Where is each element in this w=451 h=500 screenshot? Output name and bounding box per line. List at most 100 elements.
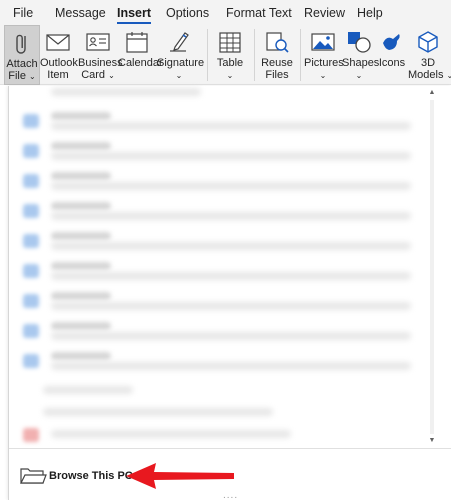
file-icon xyxy=(23,324,39,338)
table-caret: ⌄ xyxy=(212,69,248,82)
list-item[interactable] xyxy=(23,292,433,310)
ribbon-separator xyxy=(254,29,255,81)
blurred-text xyxy=(51,122,411,130)
cube-icon xyxy=(418,31,438,53)
envelope-icon xyxy=(46,34,70,51)
recent-items-list: ▲ ▼ xyxy=(9,86,439,446)
shapes-caret: ⌄ xyxy=(342,69,376,82)
list-item[interactable] xyxy=(23,112,433,130)
blurred-text xyxy=(51,202,111,210)
blurred-text xyxy=(51,262,111,270)
calendar-label: Calendar xyxy=(118,57,163,69)
blurred-text xyxy=(51,362,411,370)
scrollbar[interactable]: ▲ ▼ xyxy=(427,88,437,446)
blurred-text xyxy=(43,408,273,416)
table-label: Table xyxy=(216,57,244,69)
blurred-text xyxy=(51,152,411,160)
blurred-text xyxy=(51,322,111,330)
blurred-text xyxy=(51,332,411,340)
tab-insert[interactable]: Insert xyxy=(117,6,152,24)
resize-grip[interactable]: .... xyxy=(223,490,238,500)
file-icon xyxy=(23,354,39,368)
3d-models-button[interactable]: 3D Models ⌄ xyxy=(408,25,451,85)
attach-file-label-1: Attach xyxy=(6,58,38,70)
3d-models-label-1: 3D xyxy=(420,57,436,69)
reuse-files-button[interactable]: Reuse Files xyxy=(259,25,295,85)
list-item[interactable] xyxy=(23,142,433,160)
tab-help[interactable]: Help xyxy=(357,6,383,20)
business-card-label-1: Business xyxy=(78,57,123,69)
calendar-button[interactable]: Calendar xyxy=(118,25,163,85)
calendar-icon xyxy=(126,32,148,53)
shapes-button[interactable]: Shapes ⌄ xyxy=(342,25,380,85)
shapes-label: Shapes xyxy=(342,57,380,69)
blurred-text xyxy=(51,292,111,300)
ribbon-separator xyxy=(207,29,208,81)
list-item[interactable] xyxy=(23,88,433,106)
blurred-text xyxy=(51,302,411,310)
tab-file[interactable]: File xyxy=(13,6,33,20)
scroll-up-icon[interactable]: ▲ xyxy=(427,88,437,98)
chevron-down-icon: ⌄ xyxy=(355,71,363,80)
outlook-item-label-2: Item xyxy=(47,69,69,81)
attach-file-dropdown: ▲ ▼ Browse This PC... .... xyxy=(8,86,451,500)
blurred-text xyxy=(51,172,111,180)
contact-card-icon xyxy=(86,33,110,51)
icons-button[interactable]: Icons xyxy=(377,25,407,85)
list-item[interactable] xyxy=(23,404,433,422)
file-icon xyxy=(23,144,39,158)
blurred-text xyxy=(51,182,411,190)
paperclip-icon xyxy=(16,34,26,54)
table-button[interactable]: Table ⌄ xyxy=(212,25,248,85)
attach-file-label-2: File ⌄ xyxy=(8,70,36,82)
tab-message[interactable]: Message xyxy=(55,6,106,20)
outlook-item-label-1: Outlook xyxy=(40,57,78,69)
outlook-item-button[interactable]: Outlook Item xyxy=(40,25,78,85)
chevron-down-icon: ⌄ xyxy=(175,71,183,80)
attach-file-button[interactable]: Attach File ⌄ xyxy=(4,25,40,85)
list-item[interactable] xyxy=(23,426,433,444)
3d-models-label-2: Models ⌄ xyxy=(408,69,451,82)
blurred-text xyxy=(43,386,133,394)
signature-pen-icon xyxy=(170,32,189,52)
file-icon xyxy=(23,114,39,128)
reuse-files-label-1: Reuse xyxy=(261,57,293,69)
list-item[interactable] xyxy=(23,352,433,370)
pictures-button[interactable]: Pictures ⌄ xyxy=(304,25,344,85)
blurred-text xyxy=(51,272,411,280)
file-icon xyxy=(23,204,39,218)
tab-options[interactable]: Options xyxy=(166,6,209,20)
icons-label: Icons xyxy=(378,57,406,69)
file-icon xyxy=(23,264,39,278)
chevron-down-icon: ⌄ xyxy=(108,71,115,80)
tab-format-text[interactable]: Format Text xyxy=(226,6,292,20)
business-card-label-2: Card ⌄ xyxy=(81,69,115,81)
shapes-icon xyxy=(348,32,371,53)
blurred-text xyxy=(51,352,111,360)
list-item[interactable] xyxy=(23,232,433,250)
scroll-down-icon[interactable]: ▼ xyxy=(427,436,437,446)
blurred-text xyxy=(51,430,291,438)
blurred-text xyxy=(51,142,111,150)
blurred-text xyxy=(51,88,201,96)
blurred-text xyxy=(51,232,111,240)
signature-button[interactable]: Signature ⌄ xyxy=(157,25,204,85)
tab-review[interactable]: Review xyxy=(304,6,345,20)
list-item[interactable] xyxy=(23,202,433,220)
chevron-down-icon: ⌄ xyxy=(446,71,451,80)
red-arrow-annotation xyxy=(126,463,234,489)
list-item[interactable] xyxy=(23,382,433,400)
list-item[interactable] xyxy=(23,262,433,280)
blurred-text xyxy=(51,212,411,220)
browse-this-pc-item[interactable]: Browse This PC... xyxy=(15,462,142,488)
picture-icon xyxy=(311,33,335,51)
signature-caret: ⌄ xyxy=(157,69,201,82)
blurred-text xyxy=(51,112,111,120)
scroll-track[interactable] xyxy=(430,100,434,434)
menu-tab-bar: File Message Insert Options Format Text … xyxy=(0,0,451,25)
list-item[interactable] xyxy=(23,172,433,190)
file-icon xyxy=(23,234,39,248)
list-item[interactable] xyxy=(23,322,433,340)
folder-icon xyxy=(20,468,47,484)
business-card-button[interactable]: Business Card ⌄ xyxy=(78,25,123,85)
